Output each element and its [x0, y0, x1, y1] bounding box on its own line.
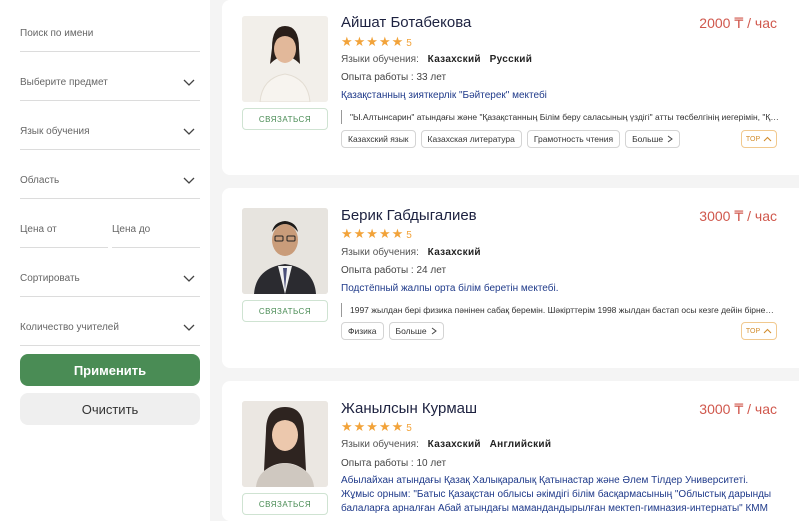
- chevron-up-icon: [763, 136, 772, 142]
- subject-tag[interactable]: Казахский язык: [341, 130, 416, 148]
- subject-select[interactable]: Выберите предмет: [20, 73, 200, 101]
- chevron-down-icon: [183, 79, 195, 86]
- region-select[interactable]: Область: [20, 171, 200, 199]
- search-input-label: Поиск по имени: [20, 28, 94, 39]
- teacher-photo: [242, 16, 328, 102]
- chevron-down-icon: [183, 128, 195, 135]
- rating-stars: ★★★★★ 5: [341, 34, 412, 50]
- rating-stars: ★★★★★ 5: [341, 419, 412, 435]
- teacher-card: СВЯЗАТЬСЯ Айшат Ботабекова 2000 ₸ / час …: [222, 0, 799, 175]
- clear-button[interactable]: Очистить: [20, 393, 200, 425]
- school-name: Подстёпный жалпы орта білім беретін мект…: [341, 283, 559, 294]
- teacher-name: Жанылсын Курмаш: [341, 400, 478, 417]
- contact-button[interactable]: СВЯЗАТЬСЯ: [242, 300, 328, 322]
- chevron-right-icon: [667, 135, 673, 143]
- experience: Опыта работы : 10 лет: [341, 458, 447, 469]
- top-label: TOP: [745, 327, 761, 335]
- teacher-name: Берик Габдыгалиев: [341, 207, 477, 224]
- subject-select-label: Выберите предмет: [20, 77, 108, 88]
- star-icons: ★★★★★: [341, 226, 405, 241]
- star-icons: ★★★★★: [341, 419, 405, 434]
- price-to-input[interactable]: Цена до: [112, 220, 200, 248]
- languages-label: Языки обучения:: [341, 54, 419, 65]
- teacher-card: СВЯЗАТЬСЯ Жанылсын Курмаш 3000 ₸ / час ★…: [222, 381, 799, 521]
- top-label: TOP: [745, 135, 761, 143]
- count-select[interactable]: Количество учителей: [20, 318, 200, 346]
- contact-button[interactable]: СВЯЗАТЬСЯ: [242, 108, 328, 130]
- teaching-languages: Языки обучения: Казахский Английский: [341, 439, 551, 450]
- more-button[interactable]: Больше: [625, 130, 681, 148]
- price-to-label: Цена до: [112, 224, 151, 235]
- scroll-top-button[interactable]: TOP: [741, 130, 777, 148]
- contact-button[interactable]: СВЯЗАТЬСЯ: [242, 493, 328, 515]
- chevron-right-icon: [431, 327, 437, 335]
- teacher-description: 1997 жылдан бері физика пәнінен сабақ бе…: [341, 303, 779, 317]
- teacher-photo: [242, 401, 328, 487]
- filter-sidebar: Поиск по имени Выберите предмет Язык обу…: [0, 0, 210, 521]
- teacher-card: СВЯЗАТЬСЯ Берик Габдыгалиев 3000 ₸ / час…: [222, 188, 799, 368]
- subject-tags: Казахский язык Казахская литература Грам…: [341, 130, 681, 148]
- sort-select-label: Сортировать: [20, 273, 80, 284]
- more-label: Больше: [395, 326, 427, 336]
- chevron-down-icon: [183, 177, 195, 184]
- more-label: Больше: [632, 134, 664, 144]
- rating-value: 5: [406, 230, 412, 241]
- languages-label: Языки обучения:: [341, 439, 419, 450]
- scroll-top-button[interactable]: TOP: [741, 322, 777, 340]
- price-from-input[interactable]: Цена от: [20, 220, 108, 248]
- language-item: Русский: [489, 54, 533, 65]
- subject-tag[interactable]: Физика: [341, 322, 384, 340]
- rating-stars: ★★★★★ 5: [341, 226, 412, 242]
- region-select-label: Область: [20, 175, 60, 186]
- teacher-description: "Ы.Алтынсарин" атындағы және "Қазақстанн…: [341, 110, 779, 124]
- subject-tag[interactable]: Казахская литература: [420, 130, 522, 148]
- school-name: Қазақстанның зияткерлік "Бәйтерек" мекте…: [341, 90, 547, 101]
- language-item: Казахский: [427, 439, 481, 450]
- languages-label: Языки обучения:: [341, 247, 419, 258]
- language-select-label: Язык обучения: [20, 126, 90, 137]
- teacher-price: 3000 ₸ / час: [699, 401, 777, 417]
- count-select-label: Количество учителей: [20, 322, 119, 333]
- language-item: Казахский: [427, 247, 481, 258]
- search-input[interactable]: Поиск по имени: [20, 24, 200, 52]
- experience: Опыта работы : 24 лет: [341, 265, 447, 276]
- language-select[interactable]: Язык обучения: [20, 122, 200, 150]
- teaching-languages: Языки обучения: Казахский Русский: [341, 54, 532, 65]
- teacher-photo: [242, 208, 328, 294]
- chevron-down-icon: [183, 324, 195, 331]
- rating-value: 5: [406, 423, 412, 434]
- price-from-label: Цена от: [20, 224, 57, 235]
- teaching-languages: Языки обучения: Казахский: [341, 247, 481, 258]
- sort-select[interactable]: Сортировать: [20, 269, 200, 297]
- school-name: Абылайхан атындағы Қазақ Халықаралық Қат…: [341, 475, 772, 514]
- language-item: Казахский: [427, 54, 481, 65]
- apply-button[interactable]: Применить: [20, 354, 200, 386]
- teacher-price: 2000 ₸ / час: [699, 15, 777, 31]
- chevron-down-icon: [183, 275, 195, 282]
- more-button[interactable]: Больше: [388, 322, 444, 340]
- star-icons: ★★★★★: [341, 34, 405, 49]
- teacher-price: 3000 ₸ / час: [699, 208, 777, 224]
- subject-tags: Физика Больше: [341, 322, 444, 340]
- chevron-up-icon: [763, 328, 772, 334]
- experience: Опыта работы : 33 лет: [341, 72, 447, 83]
- language-item: Английский: [489, 439, 552, 450]
- teacher-name: Айшат Ботабекова: [341, 14, 472, 31]
- subject-tag[interactable]: Грамотность чтения: [526, 130, 621, 148]
- rating-value: 5: [406, 38, 412, 49]
